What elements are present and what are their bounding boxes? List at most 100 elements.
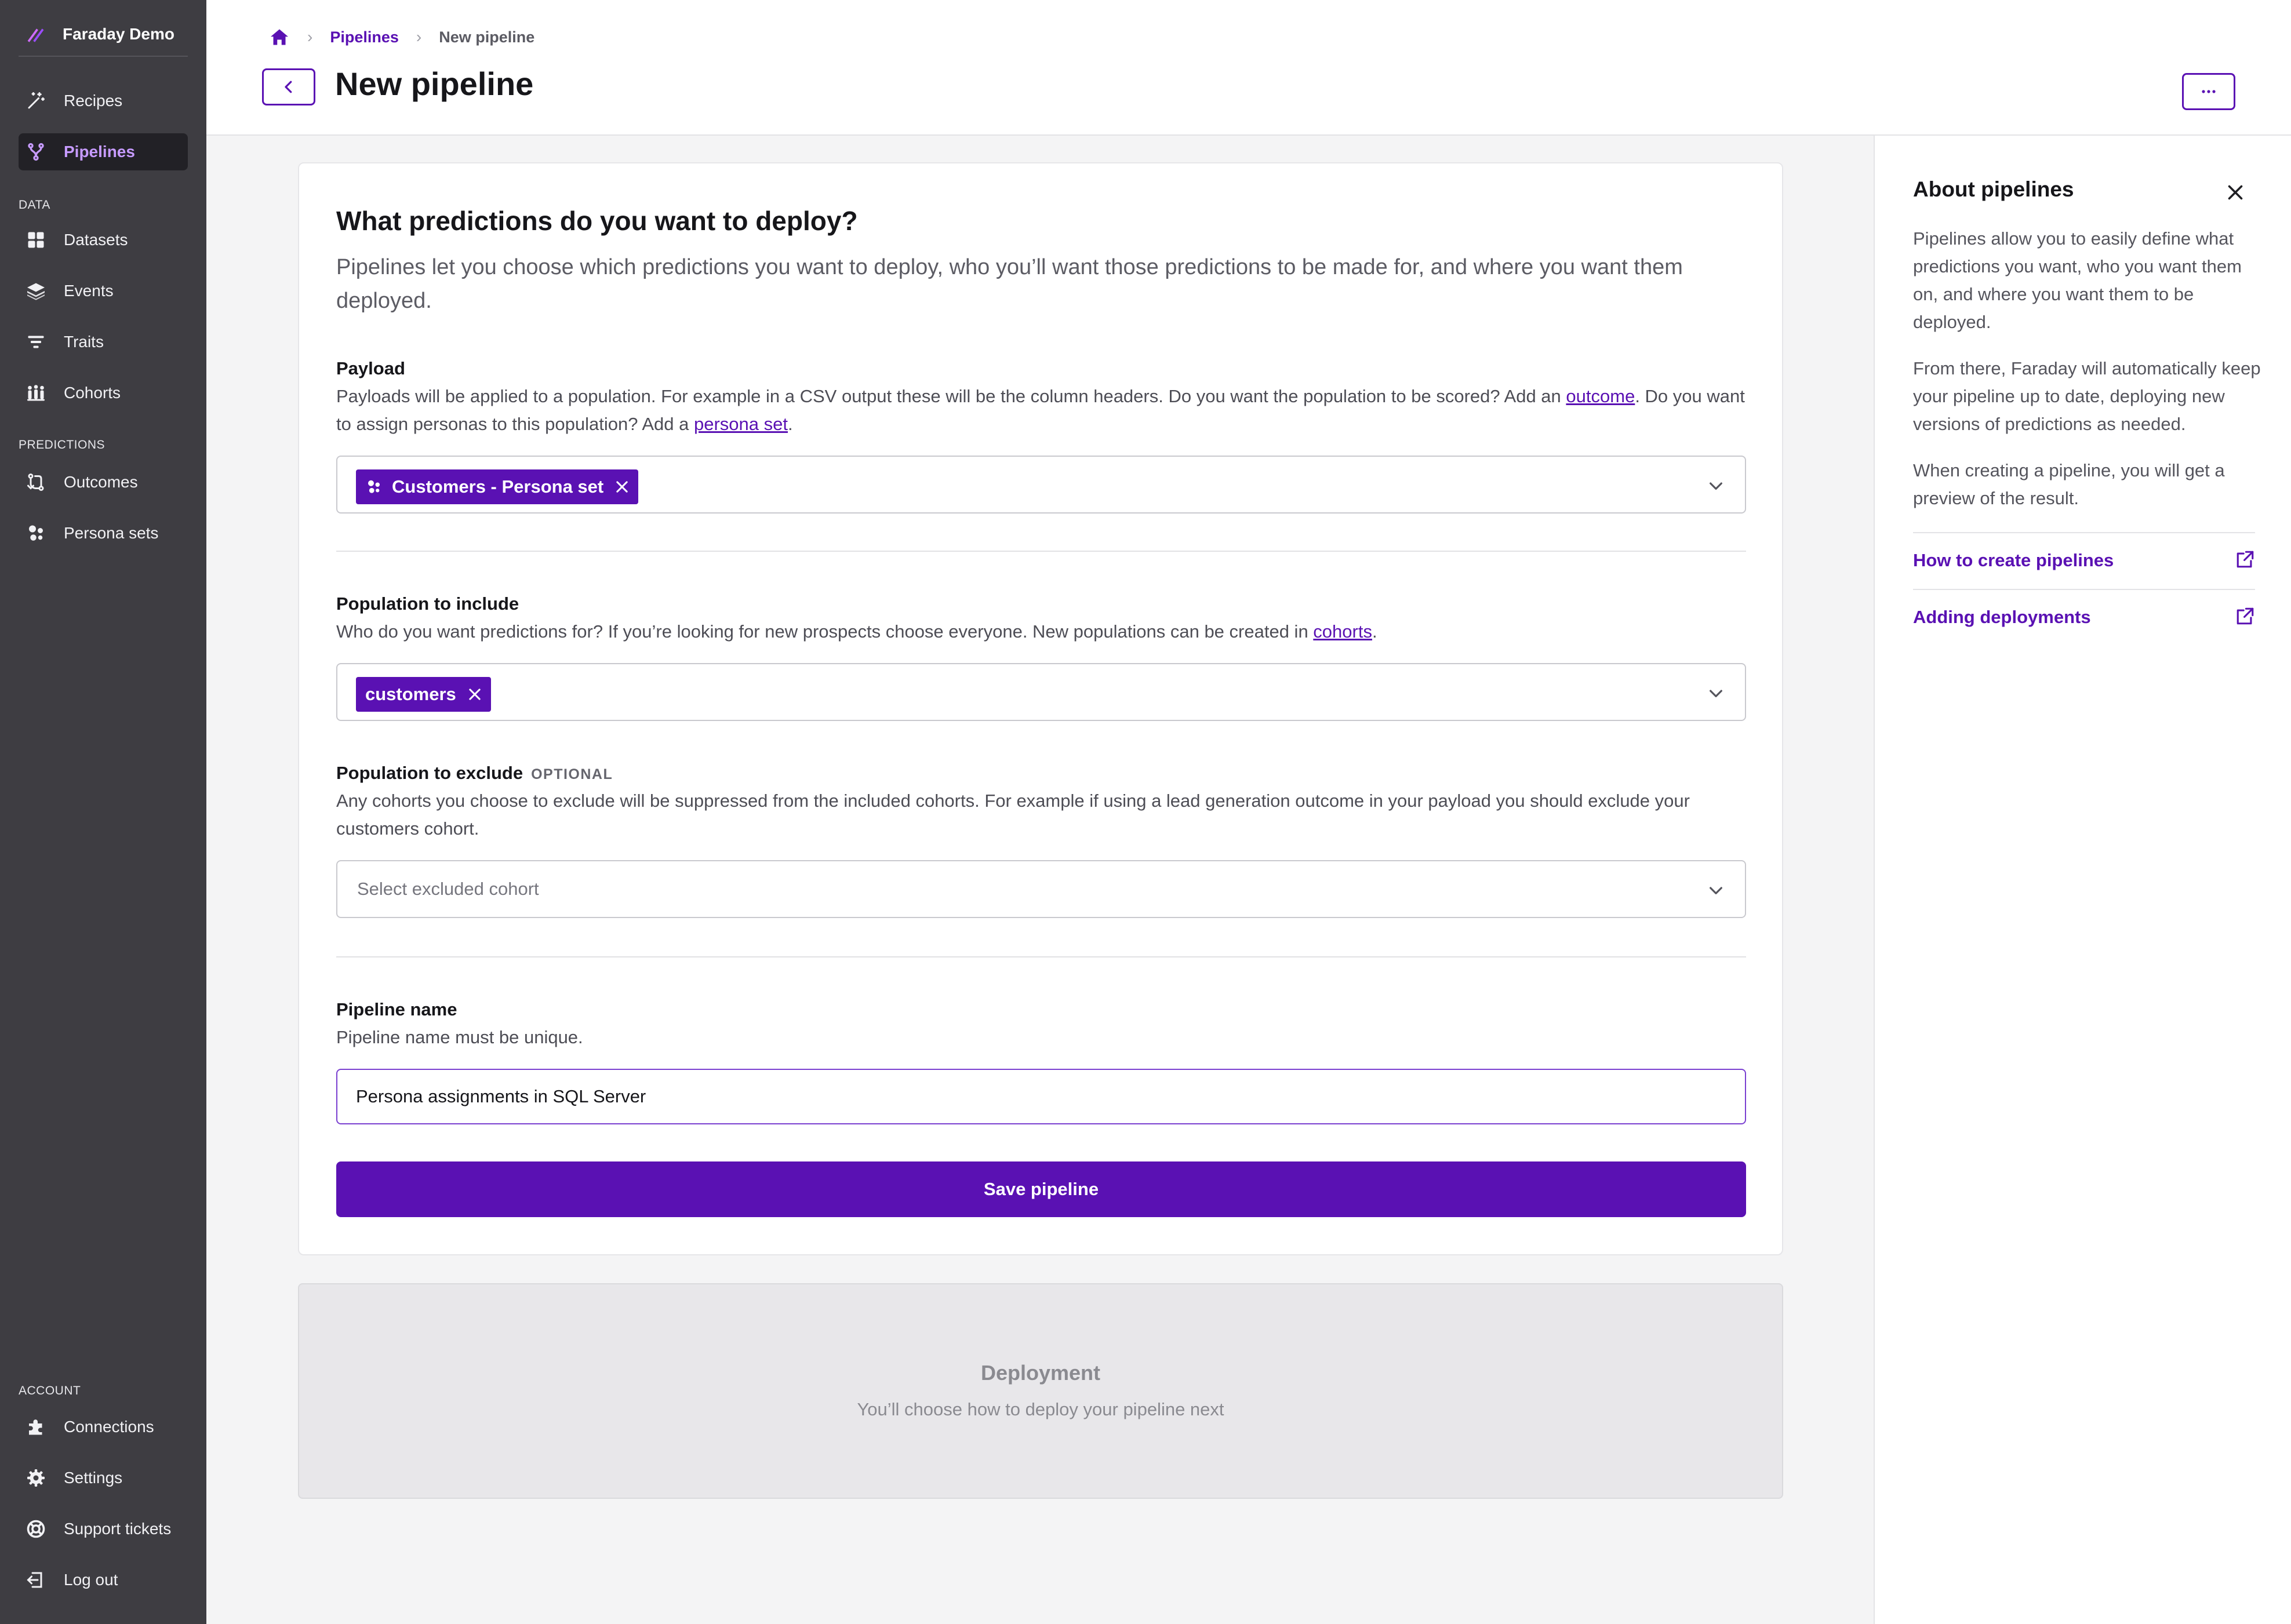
sidebar-item-label: Events [64,282,114,300]
deployment-title: Deployment [980,1361,1101,1385]
pipeline-form-card: What predictions do you want to deploy? … [298,162,1783,1255]
sidebar-item-label: Persona sets [64,524,159,542]
sidebar-item-log-out[interactable]: Log out [19,1561,188,1598]
magic-wand-icon [28,92,45,109]
external-link-icon [2237,607,2254,625]
puzzle-icon [29,1419,42,1435]
optional-tag: OPTIONAL [531,766,613,782]
sidebar-item-pipelines[interactable]: Pipelines [19,133,188,170]
sidebar-item-events[interactable]: Events [19,272,188,309]
save-pipeline-button[interactable]: Save pipeline [336,1161,1746,1217]
payload-help-text: Payloads will be applied to a population… [336,386,1566,406]
include-select[interactable]: customers [336,663,1746,721]
about-paragraph: Pipelines allow you to easily define wha… [1913,228,2242,332]
faraday-logo-icon [27,28,44,42]
payload-help-text: . [788,414,793,434]
chevron-down-icon[interactable] [1707,684,1725,702]
people-icon [27,385,45,401]
page-header: › Pipelines › New pipeline New pipeline [206,0,2291,136]
outcome-icon [27,474,44,491]
divider [336,956,1746,957]
brand-name: Faraday Demo [63,25,174,43]
about-paragraph: When creating a pipeline, you will get a… [1913,460,2225,508]
sidebar-item-label: Outcomes [64,473,138,491]
sidebar-item-cohorts[interactable]: Cohorts [19,374,188,412]
breadcrumb: › Pipelines › New pipeline [269,26,534,49]
sidebar-item-label: Cohorts [64,384,121,402]
gear-icon [27,1469,45,1487]
sidebar-item-label: Log out [64,1571,118,1589]
about-paragraph: From there, Faraday will automatically k… [1913,358,2261,434]
page-title: New pipeline [335,65,534,102]
more-options-button[interactable] [2182,73,2235,110]
adding-deployments-link[interactable]: Adding deployments [1913,589,2255,644]
pipeline-branch-icon [28,143,44,161]
sidebar-item-label: Settings [64,1469,123,1487]
sidebar-item-label: Pipelines [64,143,135,161]
exclude-help: Any cohorts you choose to exclude will b… [336,791,1690,839]
sidebar-item-outcomes[interactable]: Outcomes [19,464,188,501]
close-icon[interactable] [467,686,483,702]
brand[interactable]: Faraday Demo [19,13,188,57]
payload-select[interactable]: Customers - Persona set [336,456,1746,514]
link-label: Adding deployments [1913,607,2091,627]
outcome-link[interactable]: outcome [1566,386,1635,406]
payload-label: Payload [336,358,405,378]
pipeline-name-label: Pipeline name [336,999,457,1019]
persona-set-link[interactable]: persona set [694,414,788,434]
close-icon[interactable] [614,479,630,495]
exclude-label: Population to exclude OPTIONAL [336,763,613,784]
deployment-placeholder: Deployment You’ll choose how to deploy y… [298,1283,1783,1499]
back-button[interactable] [262,68,315,105]
home-icon[interactable] [269,27,290,48]
logout-icon [27,1572,42,1588]
sidebar-item-label: Traits [64,333,104,351]
lifebuoy-icon [27,1520,45,1538]
deployment-subtitle: You’ll choose how to deploy your pipelin… [857,1399,1224,1419]
external-link-icon [2237,551,2254,568]
include-help: Who do you want predictions for? If you’… [336,618,1745,646]
ellipsis-icon [2202,90,2216,93]
link-label: How to create pipelines [1913,550,2114,570]
form-title: What predictions do you want to deploy? [336,206,858,236]
sidebar-item-persona-sets[interactable]: Persona sets [19,515,188,552]
sidebar-item-traits[interactable]: Traits [19,323,188,361]
pipeline-name-input[interactable] [336,1069,1746,1124]
sidebar-section-data: DATA [19,198,50,212]
include-help-text: Who do you want predictions for? If you’… [336,621,1314,642]
sidebar-item-label: Support tickets [64,1520,172,1538]
about-panel: About pipelines Pipelines allow you to e… [1874,136,2291,1624]
sidebar-item-support-tickets[interactable]: Support tickets [19,1510,188,1547]
sidebar-item-datasets[interactable]: Datasets [19,221,188,258]
sidebar: Faraday Demo Recipes Pipelines DATA Data… [0,0,206,1624]
pipeline-name-help: Pipeline name must be unique. [336,1027,583,1047]
payload-chip: Customers - Persona set [356,469,639,504]
breadcrumb-separator: › [416,28,422,46]
sidebar-item-connections[interactable]: Connections [19,1408,188,1445]
how-to-create-pipelines-link[interactable]: How to create pipelines [1913,532,2255,588]
sidebar-item-settings[interactable]: Settings [19,1459,188,1496]
chevron-down-icon[interactable] [1707,476,1725,495]
include-help-text: . [1372,621,1377,642]
form-intro: Pipelines let you choose which predictio… [336,255,1683,313]
breadcrumb-separator: › [307,28,313,46]
chip-label: customers [365,684,456,704]
sidebar-item-recipes[interactable]: Recipes [19,82,188,119]
cohorts-link[interactable]: cohorts [1313,621,1372,642]
chevron-down-icon[interactable] [1707,881,1725,900]
breadcrumb-current: New pipeline [439,28,535,46]
sidebar-item-label: Connections [64,1418,154,1436]
layers-icon [27,283,45,300]
breadcrumb-pipelines-link[interactable]: Pipelines [330,28,399,46]
divider [336,551,1746,552]
persona-icon [29,525,43,541]
exclude-select[interactable]: Select excluded cohort [336,860,1746,918]
grid-icon [28,232,44,248]
chevron-left-icon [285,81,292,93]
sidebar-item-label: Datasets [64,231,128,249]
sidebar-item-label: Recipes [64,92,123,110]
sidebar-section-account: ACCOUNT [19,1384,81,1397]
exclude-select-placeholder: Select excluded cohort [357,879,539,899]
sidebar-section-predictions: PREDICTIONS [19,438,106,451]
close-icon[interactable] [2225,182,2246,203]
